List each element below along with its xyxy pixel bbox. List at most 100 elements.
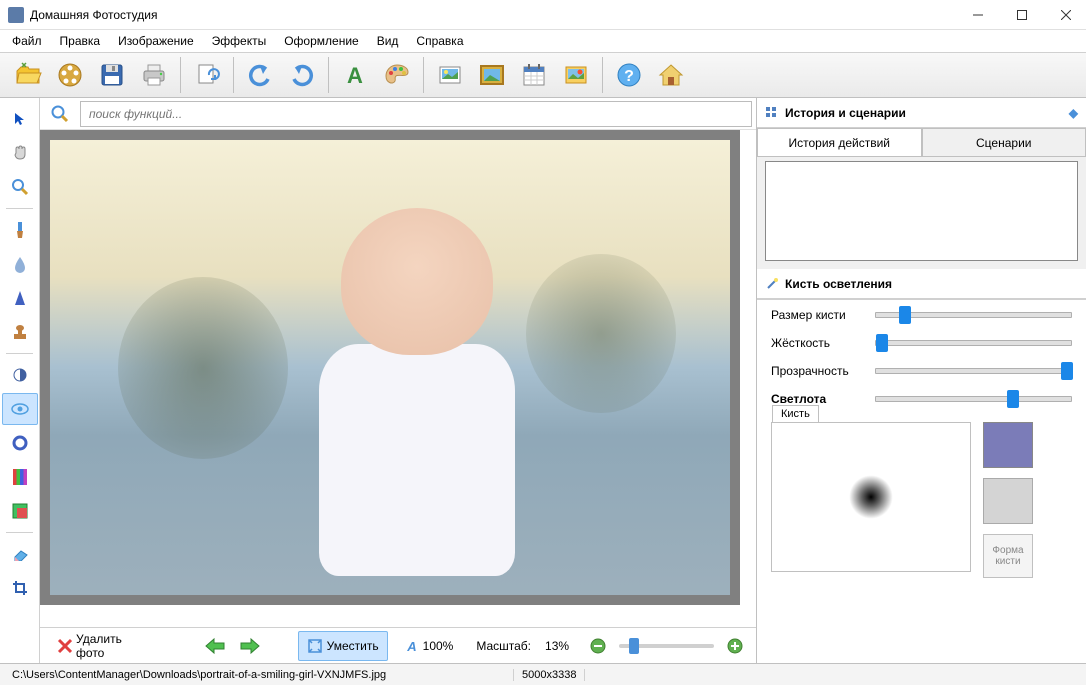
tool-lighten[interactable]: [2, 393, 38, 425]
maximize-button[interactable]: [1010, 3, 1034, 27]
lightness-slider[interactable]: [875, 396, 1072, 402]
cone-icon: [14, 289, 26, 307]
fit-label: Уместить: [327, 639, 379, 653]
brush-dot: [849, 475, 893, 519]
magnifier-icon: [11, 178, 29, 196]
minimize-button[interactable]: [966, 3, 990, 27]
canvas-area[interactable]: [40, 130, 756, 627]
batch-button[interactable]: [187, 55, 227, 95]
menu-view[interactable]: Вид: [369, 32, 407, 50]
svg-text:A: A: [347, 63, 363, 88]
menu-decor[interactable]: Оформление: [276, 32, 366, 50]
search-input[interactable]: [80, 101, 752, 127]
expand-button[interactable]: ◆: [1069, 106, 1078, 120]
tool-hand[interactable]: [2, 137, 38, 169]
arrow-left-icon: [204, 637, 226, 655]
drop-icon: [13, 255, 27, 273]
tab-history[interactable]: История действий: [757, 128, 922, 156]
calendar-button[interactable]: [514, 55, 554, 95]
tool-zoom[interactable]: [2, 171, 38, 203]
undo-button[interactable]: [240, 55, 280, 95]
delete-photo-button[interactable]: Удалить фото: [48, 631, 158, 661]
menu-image[interactable]: Изображение: [110, 32, 202, 50]
save-button[interactable]: [92, 55, 132, 95]
page-arrow-icon: [193, 61, 221, 89]
fit-icon: [307, 638, 323, 654]
brush-preview: Кисть: [771, 422, 971, 572]
color-swatch[interactable]: [983, 422, 1033, 468]
picture-frame-icon: [478, 61, 506, 89]
brush-shape-button[interactable]: Форма кисти: [983, 534, 1033, 578]
plus-circle-icon: [727, 638, 743, 654]
hand-icon: [11, 144, 29, 162]
tool-sharpen[interactable]: [2, 282, 38, 314]
gray-swatch[interactable]: [983, 478, 1033, 524]
tool-crop[interactable]: [2, 572, 38, 604]
redo-icon: [288, 61, 316, 89]
menu-help[interactable]: Справка: [408, 32, 471, 50]
frame2-button[interactable]: [472, 55, 512, 95]
zoom-in-button[interactable]: [722, 632, 748, 660]
palette-icon: [383, 61, 411, 89]
search-row: [40, 98, 756, 130]
catalog-button[interactable]: [50, 55, 90, 95]
tool-brush[interactable]: [2, 214, 38, 246]
size-slider[interactable]: [875, 312, 1072, 318]
history-header: История и сценарии ◆: [757, 98, 1086, 128]
tool-pointer[interactable]: [2, 103, 38, 135]
zoom-out-button[interactable]: [585, 632, 611, 660]
brush-title: Кисть осветления: [785, 277, 892, 291]
history-item[interactable]: Исходное изображение: [766, 162, 1077, 182]
tool-eraser[interactable]: [2, 538, 38, 570]
print-button[interactable]: [134, 55, 174, 95]
menu-edit[interactable]: Правка: [52, 32, 109, 50]
help-icon: ?: [615, 61, 643, 89]
menu-effects[interactable]: Эффекты: [204, 32, 275, 50]
menu-file[interactable]: Файл: [4, 32, 50, 50]
history-list[interactable]: Исходное изображение: [765, 161, 1078, 261]
open-button[interactable]: [8, 55, 48, 95]
search-button[interactable]: [44, 100, 76, 128]
brush-preview-tab[interactable]: Кисть: [772, 405, 819, 422]
tool-darken[interactable]: [2, 359, 38, 391]
svg-text:?: ?: [624, 68, 634, 85]
window-title: Домашняя Фотостудия: [30, 8, 966, 22]
zoom-slider[interactable]: [619, 644, 713, 648]
stamp-icon: [12, 323, 28, 341]
photo-canvas[interactable]: [50, 140, 730, 595]
eraser-icon: [11, 547, 29, 561]
tools-panel: [0, 98, 40, 663]
help-button[interactable]: ?: [609, 55, 649, 95]
tool-saturate[interactable]: [2, 427, 38, 459]
next-button[interactable]: [236, 632, 262, 660]
printer-icon: [140, 61, 168, 89]
tool-stamp[interactable]: [2, 316, 38, 348]
tool-gradient[interactable]: [2, 461, 38, 493]
picture-icon: [436, 61, 464, 89]
tool-replace-bg[interactable]: [2, 495, 38, 527]
fit-button[interactable]: Уместить: [298, 631, 388, 661]
hardness-slider[interactable]: [875, 340, 1072, 346]
titlebar: Домашняя Фотостудия: [0, 0, 1086, 30]
palette-button[interactable]: [377, 55, 417, 95]
delete-label: Удалить фото: [76, 632, 149, 660]
crop-icon: [11, 579, 29, 597]
scale-value: 13%: [545, 639, 569, 653]
status-path: C:\Users\ContentManager\Downloads\portra…: [4, 669, 514, 681]
folder-open-icon: [14, 61, 42, 89]
film-reel-icon: [56, 61, 84, 89]
home-button[interactable]: [651, 55, 691, 95]
tab-scripts[interactable]: Сценарии: [922, 128, 1086, 156]
postcard-button[interactable]: [556, 55, 596, 95]
zoom100-label: 100%: [423, 639, 454, 653]
right-panel: История и сценарии ◆ История действий Сц…: [756, 98, 1086, 663]
opacity-slider[interactable]: [875, 368, 1072, 374]
brush-header: Кисть осветления: [757, 269, 1086, 299]
text-button[interactable]: A: [335, 55, 375, 95]
redo-button[interactable]: [282, 55, 322, 95]
zoom100-button[interactable]: A 100%: [396, 631, 463, 661]
tool-blur[interactable]: [2, 248, 38, 280]
close-button[interactable]: [1054, 3, 1078, 27]
frame1-button[interactable]: [430, 55, 470, 95]
prev-button[interactable]: [202, 632, 228, 660]
